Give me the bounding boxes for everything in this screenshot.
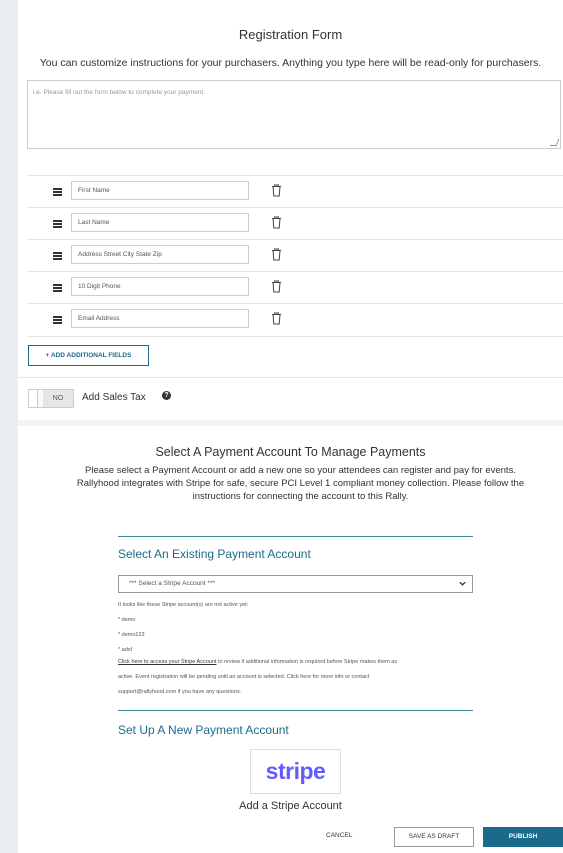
cancel-button[interactable]: CANCEL <box>326 832 352 839</box>
trash-icon[interactable] <box>271 216 282 229</box>
trash-icon[interactable] <box>271 312 282 325</box>
resize-handle-icon[interactable] <box>549 139 560 146</box>
email-field[interactable]: Email Address <box>71 309 249 328</box>
drag-handle-icon[interactable] <box>53 284 62 292</box>
payment-description: Please select a Payment Account or add a… <box>76 465 525 502</box>
field-row-first-name: First Name <box>27 175 563 208</box>
address-field[interactable]: Address Street City State Zip <box>71 245 249 264</box>
add-stripe-label: Add a Stripe Account <box>239 800 342 812</box>
sales-tax-toggle[interactable]: NO <box>28 389 74 408</box>
inactive-account: * demo123 <box>118 632 145 638</box>
toggle-knob <box>29 390 38 407</box>
chevron-down-icon <box>459 581 466 586</box>
drag-handle-icon[interactable] <box>53 252 62 260</box>
field-row-email: Email Address <box>27 303 563 337</box>
stripe-connect-button[interactable]: stripe <box>250 749 341 794</box>
trash-icon[interactable] <box>271 248 282 261</box>
field-row-last-name: Last Name <box>27 207 563 240</box>
stripe-account-select[interactable]: *** Select a Stripe Account *** <box>118 575 473 593</box>
add-fields-button[interactable]: + ADD ADDITIONAL FIELDS <box>28 345 149 366</box>
sales-tax-label: Add Sales Tax <box>82 392 146 403</box>
link-suffix: to review if additional information is r… <box>216 659 398 665</box>
inactive-note: It looks like these Stripe account(s) ar… <box>118 602 249 608</box>
teal-divider <box>118 536 473 537</box>
stripe-logo: stripe <box>265 758 326 784</box>
inactive-account: * demo <box>118 617 136 623</box>
payment-section-title: Select A Payment Account To Manage Payme… <box>155 445 426 459</box>
registration-page: Registration Form You can customize inst… <box>18 0 563 853</box>
drag-handle-icon[interactable] <box>53 188 62 196</box>
form-instructions: You can customize instructions for your … <box>39 57 542 69</box>
field-row-phone: 10 Digit Phone <box>27 271 563 304</box>
first-name-field[interactable]: First Name <box>71 181 249 200</box>
last-name-field[interactable]: Last Name <box>71 213 249 232</box>
contact-email[interactable]: support@rallyhood.com <box>118 689 176 695</box>
drag-handle-icon[interactable] <box>53 316 62 324</box>
existing-account-heading: Select An Existing Payment Account <box>118 547 311 561</box>
stripe-help-text: Click here to access your Stripe Account… <box>118 659 397 665</box>
toggle-state-label: NO <box>43 390 73 407</box>
new-account-heading: Set Up A New Payment Account <box>118 723 289 737</box>
phone-field[interactable]: 10 Digit Phone <box>71 277 249 296</box>
textarea-placeholder: i.e. Please fill out the form below to c… <box>33 89 205 96</box>
trash-icon[interactable] <box>271 280 282 293</box>
instructions-textarea[interactable]: i.e. Please fill out the form below to c… <box>27 80 561 149</box>
pending-text: active. Event registration will be pendi… <box>118 674 370 680</box>
contact-suffix: if you have any questions. <box>176 689 242 695</box>
teal-divider <box>118 710 473 711</box>
help-icon[interactable]: ? <box>162 391 171 400</box>
select-value: *** Select a Stripe Account *** <box>129 580 215 587</box>
publish-button[interactable]: PUBLISH <box>483 827 563 847</box>
trash-icon[interactable] <box>271 184 282 197</box>
save-draft-button[interactable]: SAVE AS DRAFT <box>394 827 474 847</box>
drag-handle-icon[interactable] <box>53 220 62 228</box>
divider <box>18 377 563 378</box>
contact-text: support@rallyhood.com if you have any qu… <box>118 689 241 695</box>
section-divider <box>18 420 563 426</box>
inactive-account: * adsf <box>118 647 133 653</box>
left-gutter <box>0 0 18 853</box>
field-row-address: Address Street City State Zip <box>27 239 563 272</box>
form-title: Registration Form <box>238 27 343 42</box>
stripe-account-link[interactable]: Click here to access your Stripe Account <box>118 659 216 665</box>
